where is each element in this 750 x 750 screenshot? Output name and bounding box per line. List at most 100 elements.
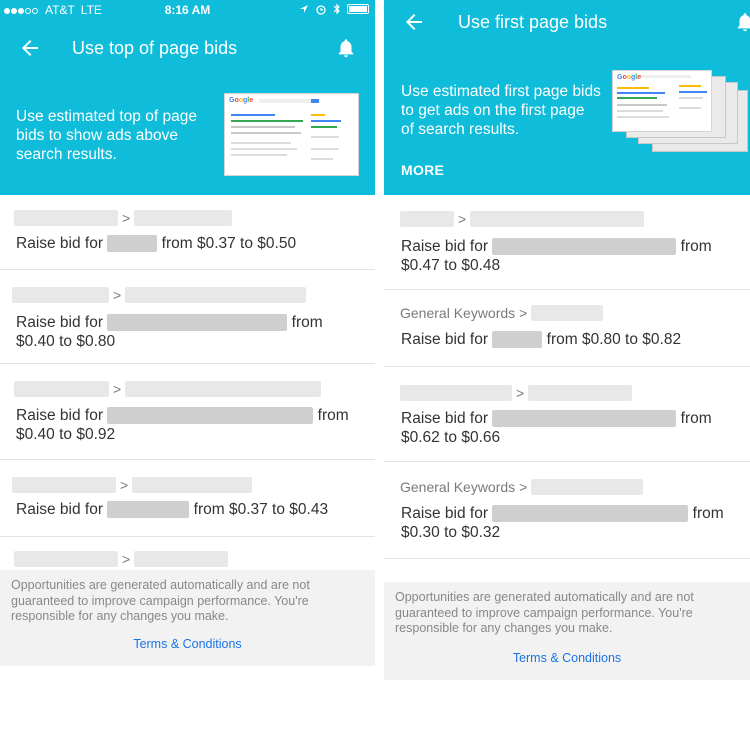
google-logo: Google	[617, 74, 642, 81]
bid-from-label: from	[317, 407, 349, 424]
header: Use first page bids Use estimated first …	[384, 0, 750, 195]
page-title: Use top of page bids	[72, 37, 238, 58]
disclaimer-text: Opportunities are generated automaticall…	[11, 578, 310, 623]
bid-range: $0.62 to $0.66	[401, 429, 501, 446]
raise-bid-text: Raise bid for from $0.40 to $0.92	[16, 406, 366, 444]
redacted-adgroup	[132, 477, 253, 493]
bid-range: $0.40 to $0.80	[16, 333, 116, 350]
breadcrumb-separator: >	[122, 551, 131, 567]
raise-bid-text: Raise bid for from $0.40 to $0.80	[16, 313, 366, 351]
raise-bid-text: Raise bid for from $0.37 to $0.43	[16, 500, 366, 519]
footer: Opportunities are generated automaticall…	[384, 582, 750, 680]
raise-bid-label: Raise bid for	[16, 501, 104, 518]
raise-bid-text: Raise bid for from $0.37 to $0.50	[16, 234, 366, 253]
search-results-illustration: Google	[612, 70, 748, 160]
redacted-adgroup	[134, 210, 233, 226]
raise-bid-text: Raise bid for from $0.80 to $0.82	[401, 330, 746, 349]
raise-bid-text: Raise bid for from $0.47 to $0.48	[401, 237, 746, 275]
breadcrumb: >	[14, 551, 229, 567]
list-item[interactable]: > Raise bid for from $0.62 to $0.66	[384, 367, 750, 462]
google-logo: Google	[229, 97, 254, 104]
bid-from-label: from	[680, 238, 712, 255]
location-arrow-icon	[300, 5, 308, 13]
redacted-adgroup	[134, 551, 229, 567]
bid-range: from $0.80 to $0.82	[546, 331, 682, 348]
app-bar: Use first page bids	[384, 2, 750, 42]
left-screen: AT&T LTE 8:16 AM Use top of page bids Us…	[0, 0, 375, 750]
raise-bid-label: Raise bid for	[401, 505, 489, 522]
raise-bid-label: Raise bid for	[401, 331, 489, 348]
breadcrumb-campaign: General Keywords	[400, 305, 516, 321]
bid-range: from $0.37 to $0.43	[193, 501, 329, 518]
breadcrumb: >	[14, 210, 233, 226]
redacted-campaign	[14, 551, 118, 567]
redacted-adgroup	[531, 479, 644, 495]
more-button[interactable]: MORE	[401, 162, 444, 178]
arrow-back-icon[interactable]	[18, 36, 42, 60]
redacted-adgroup	[470, 211, 645, 227]
search-results-illustration: Google	[224, 93, 359, 176]
redacted-adgroup	[125, 381, 322, 397]
alarm-icon	[316, 4, 326, 15]
breadcrumb: General Keywords >	[400, 305, 604, 321]
redacted-adgroup	[528, 385, 633, 401]
redacted-adgroup	[531, 305, 604, 321]
list-item[interactable]: > Raise bid for from $0.40 to $0.80	[0, 270, 375, 364]
redacted-campaign	[14, 381, 109, 397]
redacted-keyword	[107, 314, 288, 332]
banner-description: Use estimated top of page bids to show a…	[16, 108, 197, 163]
bid-from-label: from	[291, 314, 323, 331]
redacted-campaign	[14, 210, 118, 226]
breadcrumb: >	[12, 287, 307, 303]
breadcrumb: >	[400, 385, 633, 401]
breadcrumb: >	[12, 477, 253, 493]
raise-bid-label: Raise bid for	[16, 407, 104, 424]
list-item[interactable]: > Raise bid for from $0.37 to $0.43	[0, 460, 375, 537]
redacted-campaign	[12, 287, 109, 303]
breadcrumb: >	[14, 381, 322, 397]
redacted-keyword	[492, 410, 677, 428]
list-item[interactable]: General Keywords > Raise bid for from $0…	[384, 462, 750, 559]
breadcrumb-separator: >	[516, 385, 525, 401]
list-item[interactable]: General Keywords > Raise bid for from $0…	[384, 290, 750, 367]
bid-range: $0.47 to $0.48	[401, 257, 501, 274]
redacted-campaign	[12, 477, 116, 493]
terms-link[interactable]: Terms & Conditions	[0, 637, 375, 651]
raise-bid-label: Raise bid for	[16, 314, 104, 331]
redacted-keyword	[492, 238, 677, 256]
battery-icon	[347, 4, 369, 14]
list-item[interactable]: > Raise bid for from $0.47 to $0.48	[384, 195, 750, 290]
terms-link[interactable]: Terms & Conditions	[384, 651, 750, 665]
redacted-keyword	[107, 501, 190, 519]
app-bar: Use top of page bids	[0, 28, 375, 68]
page-title: Use first page bids	[458, 11, 608, 32]
arrow-back-icon[interactable]	[402, 10, 426, 34]
breadcrumb-campaign: General Keywords	[400, 479, 516, 495]
breadcrumb-separator: >	[122, 210, 131, 226]
redacted-campaign	[400, 211, 454, 227]
raise-bid-label: Raise bid for	[401, 410, 489, 427]
bell-icon[interactable]	[734, 11, 750, 33]
header: AT&T LTE 8:16 AM Use top of page bids Us…	[0, 0, 375, 195]
redacted-keyword	[492, 505, 689, 523]
breadcrumb-separator: >	[120, 477, 129, 493]
breadcrumb-separator: >	[519, 479, 528, 495]
list-item[interactable]: > Raise bid for from $0.40 to $0.92	[0, 364, 375, 460]
bell-icon[interactable]	[335, 37, 357, 59]
redacted-keyword	[492, 331, 543, 349]
raise-bid-text: Raise bid for from $0.30 to $0.32	[401, 504, 746, 542]
raise-bid-label: Raise bid for	[16, 235, 104, 252]
breadcrumb-separator: >	[458, 211, 467, 227]
bid-from-label: from	[680, 410, 712, 427]
raise-bid-label: Raise bid for	[401, 238, 489, 255]
redacted-campaign	[400, 385, 512, 401]
bid-range: from $0.37 to $0.50	[161, 235, 297, 252]
status-bar: AT&T LTE 8:16 AM	[0, 0, 375, 20]
right-screen: Use first page bids Use estimated first …	[384, 0, 750, 750]
list-item[interactable]: > Raise bid for from $0.37 to $0.50	[0, 195, 375, 270]
breadcrumb-separator: >	[519, 305, 528, 321]
breadcrumb: General Keywords >	[400, 479, 644, 495]
redacted-keyword	[107, 235, 158, 253]
raise-bid-text: Raise bid for from $0.62 to $0.66	[401, 409, 746, 447]
breadcrumb-separator: >	[113, 381, 122, 397]
